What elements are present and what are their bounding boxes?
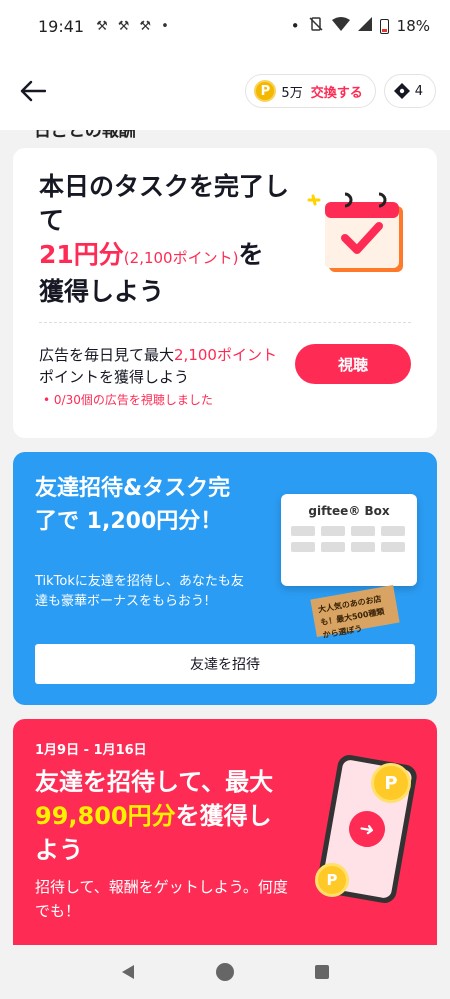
- campaign-title-prefix: 友達を招待して、最大: [35, 768, 274, 796]
- ticket-icon: [393, 83, 410, 99]
- daily-task-title: 本日のタスクを完了して 21円分(2,100ポイント)を 獲得しよう: [39, 170, 299, 309]
- system-nav-bar: [0, 945, 450, 999]
- status-bar: 19:41 ⚒ ⚒ ⚒ • • 18%: [0, 0, 450, 52]
- calendar-check-icon: [307, 192, 403, 272]
- coin-icon: P: [371, 763, 411, 803]
- tickets-count: 4: [414, 83, 423, 99]
- top-header: P 5万 交換する 4: [0, 52, 450, 130]
- coin-icon: P: [254, 80, 277, 102]
- invite-friends-button[interactable]: 友達を招待: [35, 644, 415, 684]
- gift-tag: 大人気のあのお店も！最大500種類から選ぼう: [310, 584, 400, 640]
- battery-percent: 18%: [396, 17, 430, 35]
- daily-task-title-line3: 獲得しよう: [39, 277, 165, 306]
- daily-task-title-line1: 本日のタスクを完了して: [39, 172, 290, 235]
- notification-icons: ⚒ ⚒ ⚒ •: [96, 19, 169, 34]
- invite-description: TikTokに友達を招待し、あなたも友達も豪華ボーナスをもらおう!: [35, 574, 244, 609]
- giftee-box-image: giftee® Box: [281, 494, 417, 586]
- nav-recents-icon[interactable]: [307, 957, 337, 987]
- campaign-description: 招待して、報酬をゲットしよう。何度でも！: [35, 878, 288, 920]
- ad-text-prefix: 広告を毎日見て最大: [39, 346, 175, 364]
- rewards-content[interactable]: 日ごとの報酬 本日のタスクを完了して 21円分(2,100ポイント)を 獲得しよ…: [0, 130, 450, 945]
- hammer-icon: ⚒: [139, 18, 152, 34]
- share-arrow-icon: ➜: [346, 808, 388, 850]
- battery-icon: [379, 18, 389, 34]
- watch-ad-button[interactable]: 視聴: [295, 344, 411, 384]
- campaign-title: 友達を招待して、最大99,800円分を獲得しよう: [35, 765, 295, 867]
- daily-task-card: 本日のタスクを完了して 21円分(2,100ポイント)を 獲得しよう 広告を毎日…: [13, 148, 437, 438]
- ad-text-highlight: 2,100ポイント: [174, 346, 277, 364]
- nav-home-icon[interactable]: [210, 957, 240, 987]
- ad-progress-text: • 0/30個の広告を視聴しました: [43, 393, 213, 407]
- giftbox-title: giftee® Box: [308, 504, 390, 518]
- nav-back-icon[interactable]: [113, 957, 143, 987]
- campaign-card[interactable]: 1月9日 - 1月16日 友達を招待して、最大99,800円分を獲得しよう 招待…: [13, 719, 437, 945]
- signal-icon: [357, 17, 372, 35]
- campaign-dates: 1月9日 - 1月16日: [35, 743, 147, 758]
- wifi-icon: [331, 17, 350, 35]
- dot-icon: •: [290, 17, 300, 35]
- coin-icon: P: [315, 863, 349, 897]
- divider: [39, 322, 411, 323]
- dot-icon: •: [161, 18, 169, 34]
- points-exchange-button[interactable]: P 5万 交換する: [245, 74, 376, 108]
- daily-task-amount-sub: (2,100ポイント): [123, 249, 239, 267]
- hammer-icon: ⚒: [117, 18, 130, 34]
- hammer-icon: ⚒: [96, 18, 108, 34]
- ad-reward-text: 広告を毎日見て最大2,100ポイントポイントを獲得しよう: [39, 344, 289, 388]
- invite-friends-card: 友達招待&タスク完了で 1,200円分！ TikTokに友達を招待し、あなたも友…: [13, 452, 437, 705]
- invite-title: 友達招待&タスク完了で 1,200円分！: [35, 476, 231, 534]
- system-icons: • 18%: [291, 16, 430, 36]
- exchange-label: 交換する: [310, 85, 363, 101]
- section-heading: 日ごとの報酬: [34, 130, 136, 141]
- status-time: 19:41: [38, 16, 85, 36]
- back-arrow-icon[interactable]: [18, 76, 48, 106]
- daily-task-amount: 21円分: [39, 240, 124, 269]
- tickets-button[interactable]: 4: [383, 74, 436, 108]
- vibrate-off-icon: [308, 16, 324, 36]
- points-balance: 5万: [281, 85, 303, 101]
- ad-text-suffix: ポイントを獲得しよう: [39, 368, 190, 386]
- brand-logos: [291, 526, 407, 552]
- campaign-amount: 99,800円分: [35, 802, 176, 830]
- daily-task-title-suffix: を: [238, 240, 264, 269]
